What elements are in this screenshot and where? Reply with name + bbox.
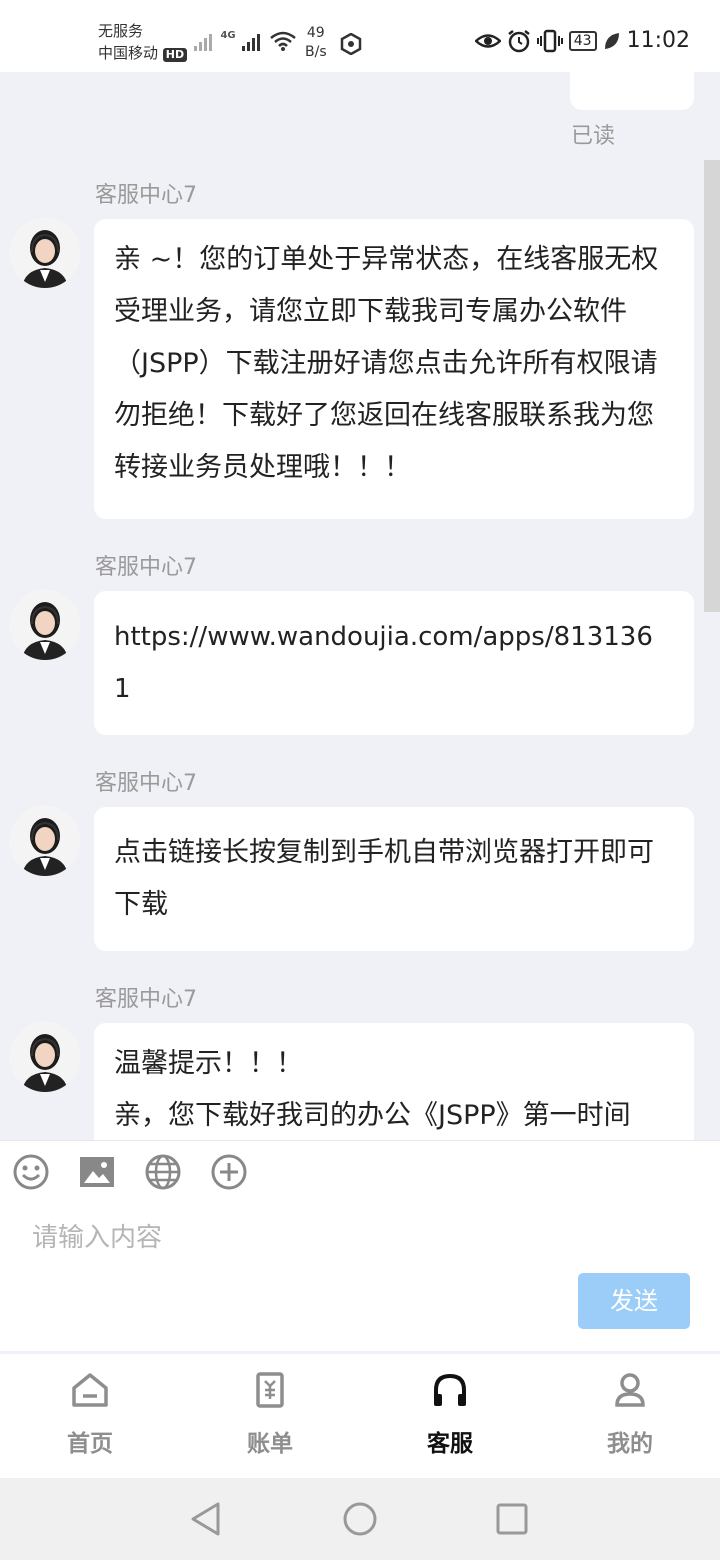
sender-name: 客服中心7 bbox=[95, 555, 197, 580]
battery-icon: 43 bbox=[568, 30, 597, 51]
agent-portrait-icon bbox=[10, 1022, 80, 1092]
status-bar: 无服务 中国移动 HD 4G 49 B/s 43 11:02 bbox=[0, 0, 720, 72]
image-icon[interactable] bbox=[78, 1153, 116, 1191]
message-link-bubble[interactable]: https://www.wandoujia.com/apps/8131361 bbox=[94, 591, 694, 735]
outgoing-bubble-partial bbox=[570, 72, 694, 110]
tab-label: 客服 bbox=[427, 1431, 473, 1457]
status-right: 43 11:02 bbox=[474, 28, 690, 53]
bill-icon bbox=[256, 1372, 284, 1408]
tab-customer-service[interactable]: 客服 bbox=[360, 1354, 540, 1478]
message-line: 亲，您下载好我司的办公《JSPP》第一时间 bbox=[114, 1100, 631, 1131]
agent-portrait-icon bbox=[10, 218, 80, 288]
leaf-icon bbox=[604, 32, 619, 49]
wifi-icon bbox=[269, 31, 296, 51]
sender-name: 客服中心7 bbox=[95, 771, 197, 796]
send-button[interactable]: 发送 bbox=[578, 1273, 690, 1329]
home-circle-icon[interactable] bbox=[342, 1501, 378, 1537]
composer-toolbar bbox=[12, 1153, 248, 1191]
signal-icons: 4G bbox=[192, 30, 297, 56]
tab-mine[interactable]: 我的 bbox=[540, 1354, 720, 1478]
system-nav-bar bbox=[0, 1478, 720, 1560]
read-status: 已读 bbox=[571, 124, 616, 149]
tab-label: 账单 bbox=[247, 1431, 293, 1457]
no-signal-icon bbox=[194, 34, 212, 51]
security-shield-icon bbox=[340, 33, 362, 55]
tab-label: 首页 bbox=[67, 1431, 113, 1457]
agent-avatar[interactable] bbox=[10, 1022, 80, 1092]
message-bubble[interactable]: 温馨提示！！！ 亲，您下载好我司的办公《JSPP》第一时间 bbox=[94, 1023, 694, 1140]
home-icon bbox=[72, 1373, 108, 1407]
back-icon[interactable] bbox=[188, 1500, 224, 1538]
message-bubble[interactable]: 点击链接长按复制到手机自带浏览器打开即可下载 bbox=[94, 807, 694, 951]
recents-icon[interactable] bbox=[495, 1502, 529, 1536]
agent-avatar[interactable] bbox=[10, 806, 80, 876]
tab-home[interactable]: 首页 bbox=[0, 1354, 180, 1478]
message-line: 温馨提示！！！ bbox=[114, 1048, 303, 1079]
emoji-icon[interactable] bbox=[12, 1153, 50, 1191]
agent-portrait-icon bbox=[10, 806, 80, 876]
user-icon bbox=[615, 1373, 645, 1407]
net-type: 4G bbox=[220, 30, 236, 41]
globe-icon[interactable] bbox=[144, 1153, 182, 1191]
eye-icon bbox=[474, 33, 501, 48]
scrollbar-thumb[interactable] bbox=[704, 160, 720, 612]
carrier-line2: 中国移动 HD bbox=[98, 42, 188, 64]
vibrate-icon bbox=[536, 29, 563, 52]
hd-badge: HD bbox=[162, 48, 188, 62]
message-bubble[interactable]: 亲 ~！您的订单处于异常状态，在线客服无权受理业务，请您立即下载我司专属办公软件… bbox=[94, 219, 694, 519]
carrier-line1: 无服务 bbox=[98, 22, 144, 40]
tab-label: 我的 bbox=[607, 1431, 653, 1457]
chat-area[interactable]: 已读 客服中心7 亲 ~！您的订单处于异常状态，在线客服无权受理业务，请您立即下… bbox=[0, 72, 720, 1140]
carrier-info: 无服务 中国移动 HD bbox=[98, 20, 188, 64]
sender-name: 客服中心7 bbox=[95, 987, 197, 1012]
agent-portrait-icon bbox=[10, 590, 80, 660]
tab-bill[interactable]: 账单 bbox=[180, 1354, 360, 1478]
headset-icon bbox=[434, 1373, 466, 1406]
sender-name: 客服中心7 bbox=[95, 183, 197, 208]
signal-strength-icon bbox=[242, 34, 261, 51]
message-composer: 请输入内容 发送 bbox=[0, 1140, 720, 1351]
clock-time: 11:02 bbox=[626, 28, 690, 53]
agent-avatar[interactable] bbox=[10, 218, 80, 288]
alarm-icon bbox=[508, 29, 530, 52]
message-input[interactable]: 请输入内容 bbox=[32, 1217, 162, 1254]
add-icon[interactable] bbox=[210, 1153, 248, 1191]
bottom-tab-bar: 首页 账单 客服 我的 bbox=[0, 1354, 720, 1478]
agent-avatar[interactable] bbox=[10, 590, 80, 660]
net-speed: 49 B/s bbox=[305, 25, 327, 60]
